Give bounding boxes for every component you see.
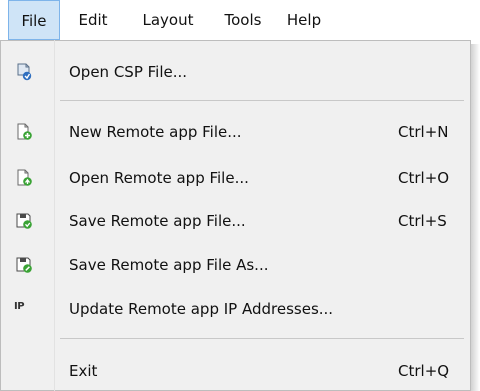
menu-item-label: Open Remote app File... (69, 169, 249, 187)
menu-separator (60, 100, 464, 101)
menu-file[interactable]: File (8, 0, 60, 40)
menu-item-open-remote-app-file[interactable]: Open Remote app File... Ctrl+O (1, 161, 469, 195)
menu-item-shortcut: Ctrl+O (398, 169, 450, 187)
menu-item-label: Update Remote app IP Addresses... (69, 300, 334, 318)
menu-item-new-remote-app-file[interactable]: New Remote app File... Ctrl+N (1, 115, 469, 149)
menu-item-label: New Remote app File... (69, 123, 242, 141)
menu-item-save-remote-app-file[interactable]: Save Remote app File... Ctrl+S (1, 204, 469, 238)
save-file-icon (16, 213, 32, 229)
menu-item-open-csp-file[interactable]: Open CSP File... (1, 55, 469, 89)
menu-layout[interactable]: Layout (136, 0, 200, 40)
open-csp-file-icon (17, 63, 32, 81)
save-as-file-icon (16, 257, 32, 273)
new-file-icon (17, 123, 32, 140)
menu-item-update-ip-addresses[interactable]: IP Update Remote app IP Addresses... (1, 292, 469, 326)
menu-item-label: Exit (69, 362, 98, 380)
open-file-icon (17, 169, 32, 186)
menu-item-shortcut: Ctrl+N (398, 123, 449, 141)
menu-item-label: Open CSP File... (69, 63, 188, 81)
menu-edit[interactable]: Edit (72, 0, 114, 40)
dropdown-shadow (471, 44, 480, 391)
menu-item-label: Save Remote app File... (69, 212, 246, 230)
menu-item-save-remote-app-file-as[interactable]: Save Remote app File As... (1, 248, 469, 282)
menu-separator (60, 338, 464, 339)
menu-item-shortcut: Ctrl+Q (398, 362, 450, 380)
ip-icon: IP (14, 301, 25, 312)
menu-item-shortcut: Ctrl+S (398, 212, 447, 230)
menu-bar: File Edit Layout Tools Help (0, 0, 480, 40)
menu-help[interactable]: Help (282, 0, 326, 40)
menu-item-exit[interactable]: Exit Ctrl+Q (1, 354, 469, 388)
menu-tools[interactable]: Tools (218, 0, 268, 40)
menu-item-label: Save Remote app File As... (69, 256, 269, 274)
